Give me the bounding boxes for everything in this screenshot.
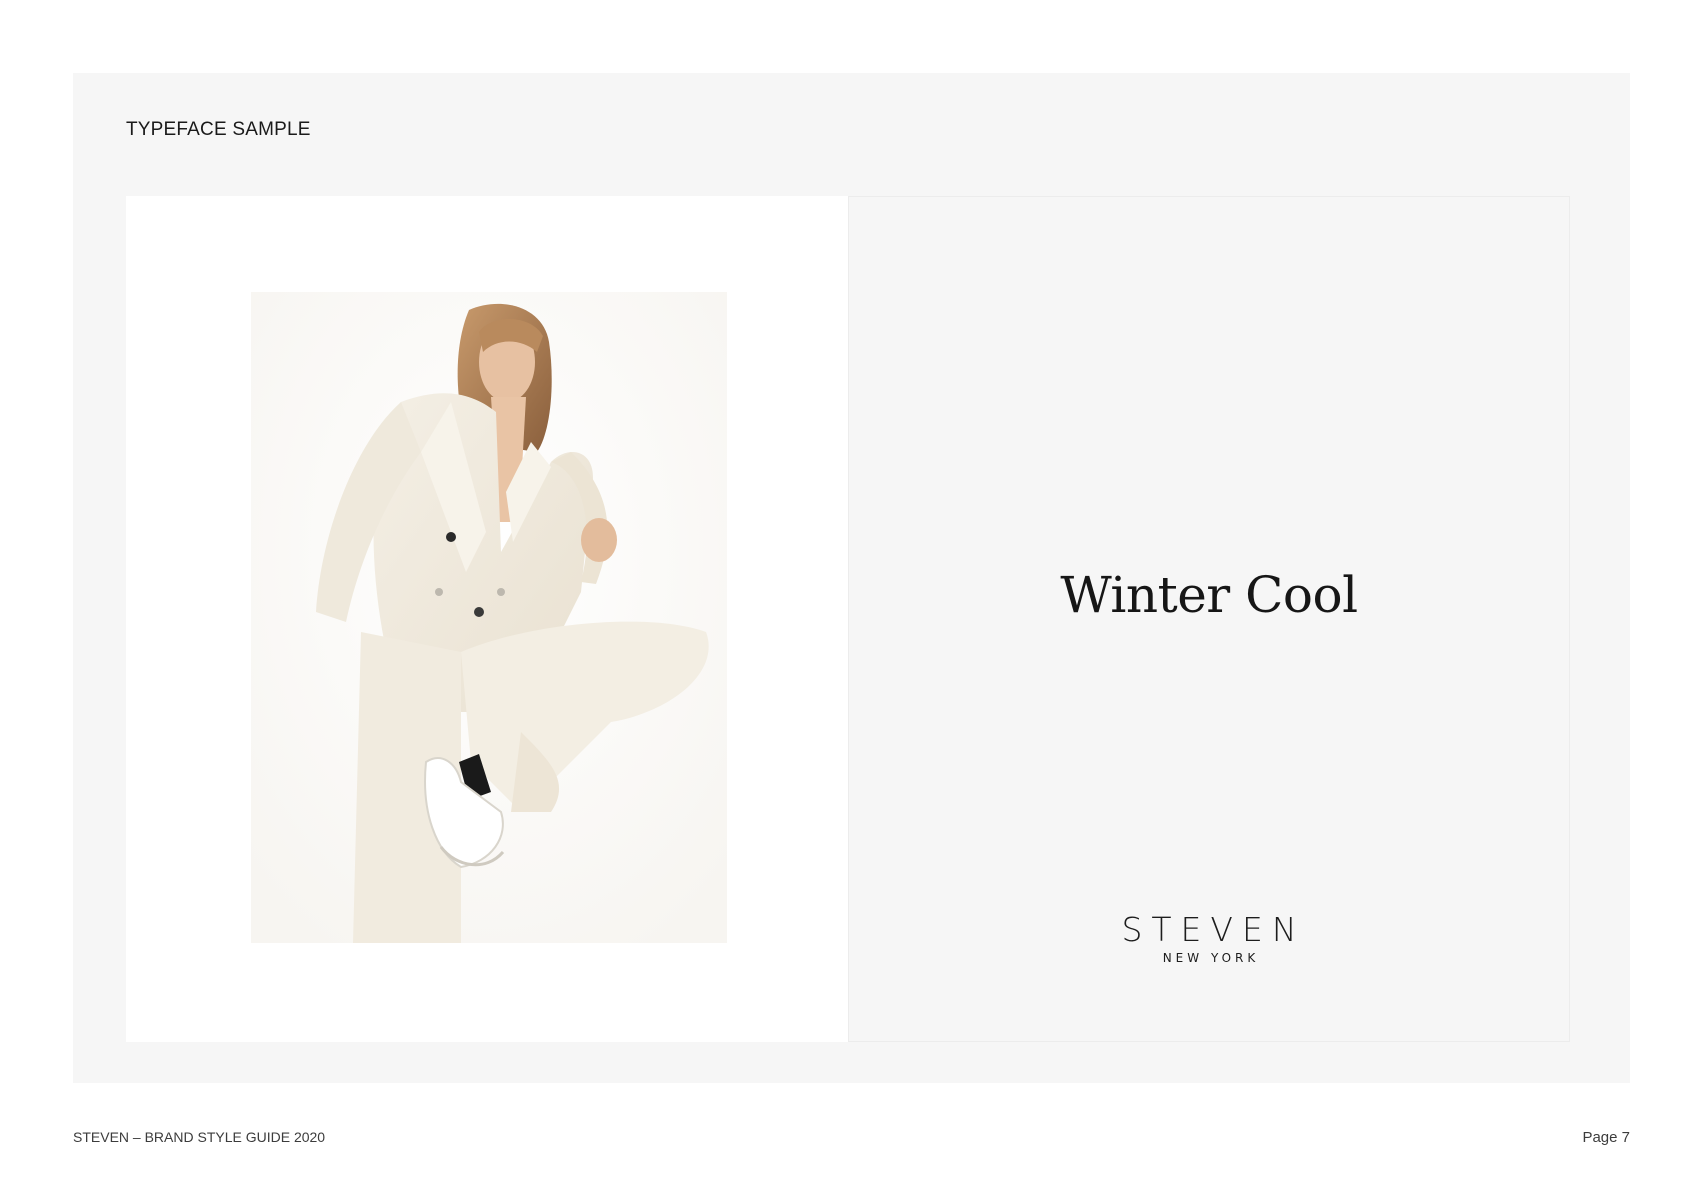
sample-headline: Winter Cool [1060,566,1358,624]
page: TYPEFACE SAMPLE Winter Cool STEVEN NEW Y… [0,0,1696,1199]
logo-wordmark: STEVEN [1121,910,1306,949]
typeface-area: Winter Cool STEVEN NEW YORK [848,196,1570,1042]
footer-document-title: STEVEN – BRAND STYLE GUIDE 2020 [73,1129,326,1145]
photo-area [126,196,848,1042]
typeface-sample: Winter Cool STEVEN NEW YORK [126,196,1570,1042]
logo-subline: NEW YORK [1162,951,1260,965]
fashion-photo [251,292,727,943]
footer-page-number: Page 7 [1582,1129,1630,1146]
section-title: TYPEFACE SAMPLE [126,119,311,140]
brand-logo: STEVEN NEW YORK [849,910,1569,966]
